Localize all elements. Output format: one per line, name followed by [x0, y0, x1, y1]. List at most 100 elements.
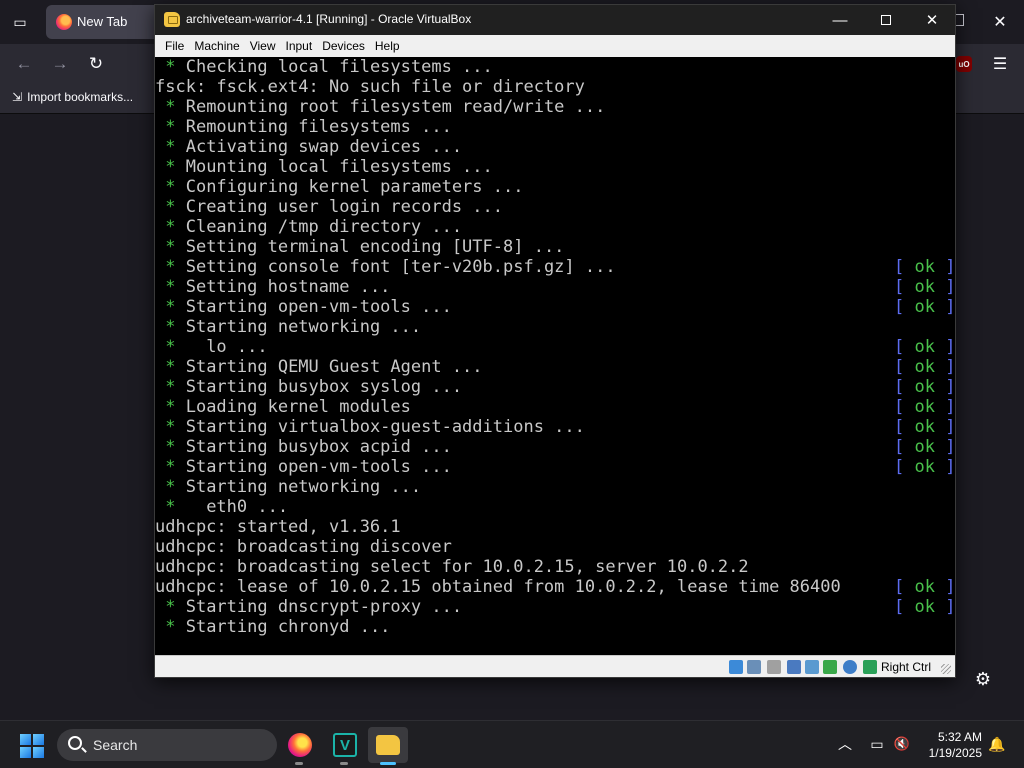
ok-bracket: [: [894, 597, 915, 617]
console-message: Starting open-vm-tools ...: [185, 297, 452, 317]
console-bullet: *: [155, 57, 186, 77]
console-bullet: *: [155, 457, 186, 477]
ok-bracket: [: [894, 437, 915, 457]
virtualbox-icon: [164, 12, 180, 27]
mouse-integration-icon[interactable]: [863, 660, 877, 674]
import-bookmarks-button[interactable]: ⇲ Import bookmarks...: [12, 90, 133, 104]
console-line: * Starting networking ...: [155, 477, 955, 497]
vm-console-screen[interactable]: * Checking local filesystems ... fsck: fs…: [155, 57, 955, 655]
clock-date: 1/19/2025: [928, 746, 982, 760]
console-message: Checking local filesystems ...: [185, 57, 493, 77]
clock-time: 5:32 AM: [937, 730, 982, 744]
firefox-icon: [288, 733, 312, 757]
reload-icon[interactable]: ↻: [84, 52, 108, 76]
console-message: Loading kernel modules: [185, 397, 411, 417]
usb-icon[interactable]: [805, 660, 819, 674]
ok-word: ok: [914, 397, 935, 417]
ok-bracket: ]: [934, 377, 955, 397]
ok-bracket: [: [894, 337, 915, 357]
network-icon[interactable]: [787, 660, 801, 674]
console-line: udhcpc: broadcasting discover: [155, 537, 955, 557]
console-message: Creating user login records ...: [185, 197, 503, 217]
console-message: udhcpc: broadcasting select for 10.0.2.1…: [155, 557, 749, 577]
console-line: * Starting chronyd ...: [155, 617, 955, 637]
resize-grip-icon[interactable]: [941, 664, 951, 674]
console-line: udhcpc: started, v1.36.1: [155, 517, 955, 537]
console-bullet: *: [155, 177, 186, 197]
console-line: * Setting terminal encoding [UTF-8] ...: [155, 237, 955, 257]
ok-bracket: [: [894, 377, 915, 397]
menu-help[interactable]: Help: [370, 39, 405, 53]
menu-input[interactable]: Input: [281, 39, 318, 53]
console-line: * Starting open-vm-tools ... [ ok ]: [155, 457, 955, 477]
hamburger-menu-icon[interactable]: ☰: [988, 52, 1012, 76]
console-line: * Starting dnscrypt-proxy ... [ ok ]: [155, 597, 955, 617]
console-line: * Remounting root filesystem read/write …: [155, 97, 955, 117]
taskbar-vm-window-button[interactable]: [368, 727, 408, 763]
console-line: * Setting hostname ... [ ok ]: [155, 277, 955, 297]
notification-bell-icon[interactable]: 🔔: [988, 735, 1006, 753]
audio-icon[interactable]: [767, 660, 781, 674]
console-bullet: *: [155, 397, 186, 417]
hard-disk-icon[interactable]: [729, 660, 743, 674]
vm-title-bar[interactable]: archiveteam-warrior-4.1 [Running] - Orac…: [155, 5, 955, 35]
console-bullet: *: [155, 157, 186, 177]
console-bullet: *: [155, 617, 186, 637]
menu-machine[interactable]: Machine: [189, 39, 244, 53]
ok-bracket: ]: [934, 297, 955, 317]
optical-drive-icon[interactable]: [747, 660, 761, 674]
menu-devices[interactable]: Devices: [317, 39, 370, 53]
console-bullet: *: [155, 597, 186, 617]
active-indicator: [380, 762, 396, 765]
console-line: * Configuring kernel parameters ...: [155, 177, 955, 197]
network-status-icon[interactable]: ▭: [868, 735, 886, 753]
ok-word: ok: [914, 337, 935, 357]
gear-icon[interactable]: ⚙: [972, 668, 994, 690]
ok-word: ok: [914, 377, 935, 397]
taskbar-search-box[interactable]: Search: [57, 729, 277, 761]
taskbar-virtualbox-manager-button[interactable]: V: [325, 727, 365, 763]
console-message: Starting busybox syslog ...: [185, 377, 463, 397]
ok-word: ok: [914, 577, 935, 597]
console-line: * Cleaning /tmp directory ...: [155, 217, 955, 237]
close-icon[interactable]: ✕: [909, 5, 955, 35]
browser-close-icon[interactable]: ✕: [988, 10, 1012, 34]
console-bullet: *: [155, 217, 186, 237]
ok-word: ok: [914, 257, 935, 277]
ok-status: [ ok ]: [894, 597, 955, 617]
taskbar-firefox-button[interactable]: [280, 727, 320, 763]
running-indicator: [340, 762, 348, 765]
menu-file[interactable]: File: [160, 39, 189, 53]
ok-word: ok: [914, 417, 935, 437]
back-arrow-icon[interactable]: ←: [12, 52, 36, 76]
shared-folders-icon[interactable]: [823, 660, 837, 674]
console-line: * Starting virtualbox-guest-additions ..…: [155, 417, 955, 437]
list-all-tabs-icon[interactable]: ▭: [8, 10, 32, 34]
taskbar: Search V ︿ ▭ 🔇 5:32 AM 1/19/2025 🔔: [0, 720, 1024, 768]
maximize-icon[interactable]: [863, 5, 909, 35]
console-message: udhcpc: started, v1.36.1: [155, 517, 401, 537]
taskbar-clock[interactable]: 5:32 AM 1/19/2025: [922, 729, 982, 761]
display-icon[interactable]: [843, 660, 857, 674]
ok-bracket: ]: [934, 577, 955, 597]
virtualbox-manager-icon: V: [333, 733, 357, 757]
minimize-icon[interactable]: —: [817, 5, 863, 35]
browser-tab-label: New Tab: [77, 14, 128, 29]
browser-tab-new-tab[interactable]: New Tab: [46, 5, 160, 39]
console-message: lo ...: [185, 337, 268, 357]
ok-status: [ ok ]: [894, 397, 955, 417]
console-line: * Starting QEMU Guest Agent ... [ ok ]: [155, 357, 955, 377]
forward-arrow-icon[interactable]: →: [48, 52, 72, 76]
console-bullet: *: [155, 497, 186, 517]
ok-bracket: [: [894, 257, 915, 277]
console-bullet: *: [155, 317, 186, 337]
console-line: * Remounting filesystems ...: [155, 117, 955, 137]
chevron-up-icon[interactable]: ︿: [836, 735, 854, 753]
windows-start-icon[interactable]: [20, 734, 44, 758]
console-message: Starting busybox acpid ...: [185, 437, 452, 457]
menu-view[interactable]: View: [245, 39, 281, 53]
console-bullet: *: [155, 97, 186, 117]
ublock-origin-icon[interactable]: uO: [956, 56, 972, 72]
console-message: Setting terminal encoding [UTF-8] ...: [185, 237, 565, 257]
volume-muted-icon[interactable]: 🔇: [893, 735, 911, 753]
